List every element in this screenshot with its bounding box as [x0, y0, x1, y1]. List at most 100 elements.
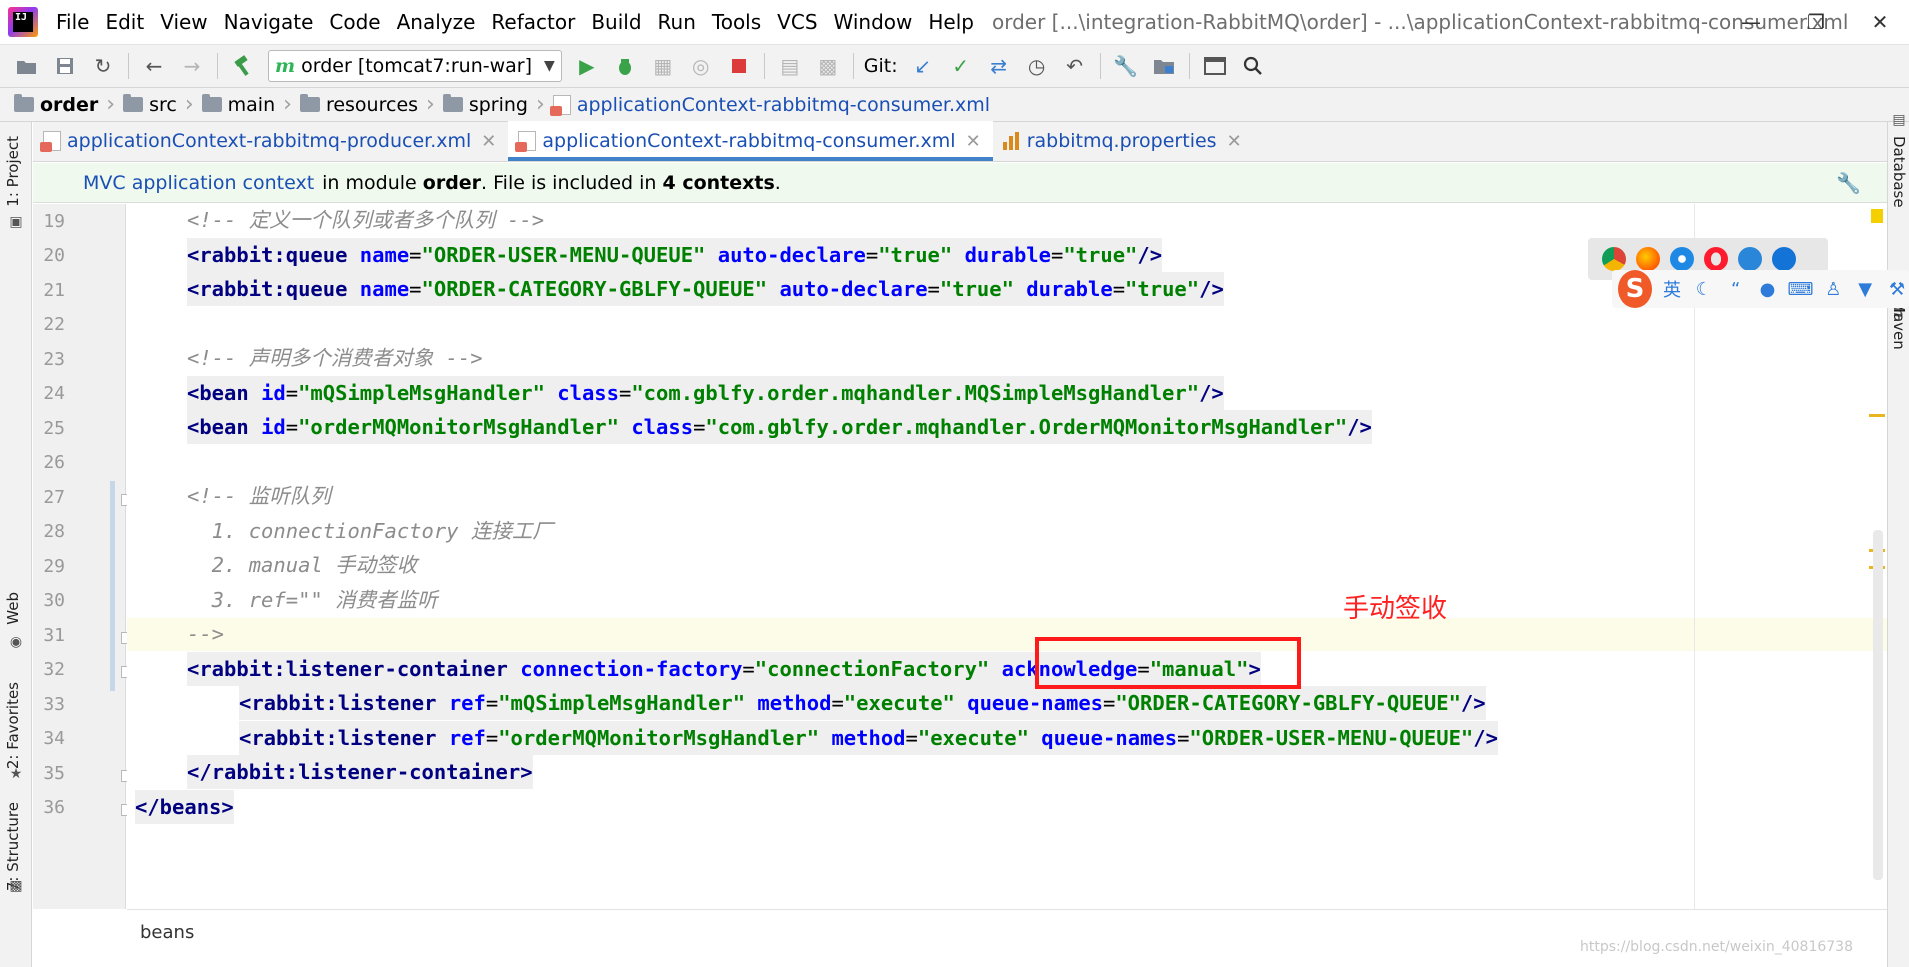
xml-attr: queue-names: [967, 691, 1103, 715]
profile-icon[interactable]: ◎: [687, 52, 715, 80]
code-line: -->: [187, 617, 224, 651]
terminal-icon[interactable]: [1201, 52, 1229, 80]
menu-help[interactable]: Help: [928, 10, 974, 34]
vcs-change-marker[interactable]: [110, 481, 115, 691]
run-configuration-select[interactable]: m order [tomcat7:run-war] ▼: [268, 50, 562, 82]
keyboard-icon[interactable]: ⌨: [1787, 279, 1813, 300]
tab-rabbitmq-properties[interactable]: rabbitmq.properties ✕: [993, 121, 1254, 161]
tool-tab-database[interactable]: Database: [1890, 136, 1908, 208]
breadcrumb-item-file[interactable]: applicationContext-rabbitmq-consumer.xml: [549, 94, 990, 116]
build-hammer-icon[interactable]: [229, 52, 257, 80]
menu-vcs[interactable]: VCS: [777, 10, 817, 34]
close-tab-icon[interactable]: ✕: [481, 131, 496, 152]
xml-path-breadcrumb: beans https://blog.csdn.net/weixin_40816…: [127, 909, 1887, 967]
menu-navigate[interactable]: Navigate: [224, 10, 314, 34]
chrome-icon[interactable]: [1602, 247, 1626, 271]
revert-icon[interactable]: ↶: [1061, 52, 1089, 80]
coverage-icon[interactable]: ▦: [649, 52, 677, 80]
intellij-logo-icon: IJ: [8, 7, 38, 37]
breadcrumb-item-spring[interactable]: spring: [442, 94, 528, 116]
deploy-icon[interactable]: ▩: [814, 52, 842, 80]
minimize-icon[interactable]: —: [1737, 8, 1765, 36]
punctuation-icon[interactable]: “: [1724, 279, 1748, 300]
firefox-icon[interactable]: [1636, 247, 1660, 271]
run-icon[interactable]: ▶: [573, 52, 601, 80]
tool-tab-web[interactable]: Web: [4, 592, 22, 625]
code-line: <!-- 声明多个消费者对象 -->: [187, 341, 483, 375]
history-clock-icon[interactable]: ◷: [1023, 52, 1051, 80]
tab-producer-xml[interactable]: applicationContext-rabbitmq-producer.xml…: [33, 121, 508, 161]
safari-icon[interactable]: [1670, 247, 1694, 271]
breadcrumb-item-resources[interactable]: resources: [299, 94, 418, 116]
menu-view[interactable]: View: [160, 10, 207, 34]
line-number: 27: [43, 487, 65, 508]
attach-debugger-icon[interactable]: ▤: [776, 52, 804, 80]
code-line: <bean id="orderMQMonitorMsgHandler" clas…: [187, 410, 1372, 444]
debug-icon[interactable]: [611, 52, 639, 80]
xml-tag: <rabbit:queue: [187, 243, 348, 267]
menu-bar: IJ File Edit View Navigate Code Analyze …: [0, 0, 1909, 44]
save-icon[interactable]: [51, 52, 79, 80]
menu-tools[interactable]: Tools: [712, 10, 761, 34]
menu-analyze[interactable]: Analyze: [397, 10, 476, 34]
open-folder-icon[interactable]: [13, 52, 41, 80]
xml-path-item[interactable]: beans: [140, 922, 194, 943]
close-window-icon[interactable]: ✕: [1866, 8, 1894, 36]
tool-tab-project[interactable]: 1: Project: [4, 136, 22, 207]
opera-icon[interactable]: [1704, 247, 1728, 271]
vertical-scrollbar[interactable]: [1873, 530, 1883, 880]
toolbar-separator: [1099, 53, 1101, 79]
sogou-logo[interactable]: S: [1618, 270, 1653, 308]
stop-icon[interactable]: [725, 52, 753, 80]
microphone-icon[interactable]: ●: [1756, 279, 1780, 300]
close-tab-icon[interactable]: ✕: [966, 131, 981, 152]
edge-icon[interactable]: [1772, 247, 1796, 271]
menu-file[interactable]: File: [56, 10, 89, 34]
search-icon[interactable]: [1239, 52, 1267, 80]
xml-tag: <rabbit:listener: [239, 691, 437, 715]
code-editor[interactable]: <!-- 定义一个队列或者多个队列 --> <rabbit:queue name…: [127, 204, 1887, 909]
forward-arrow-icon[interactable]: →: [178, 52, 206, 80]
git-update-icon[interactable]: ↙: [909, 52, 937, 80]
ie-icon[interactable]: [1738, 247, 1762, 271]
breadcrumb-item-main[interactable]: main: [201, 94, 275, 116]
menu-edit[interactable]: Edit: [105, 10, 144, 34]
xml-attr: method: [757, 691, 832, 715]
configure-wrench-icon[interactable]: 🔧: [1836, 171, 1861, 195]
watermark-text: https://blog.csdn.net/weixin_40816738: [1579, 939, 1853, 955]
code-line: <rabbit:listener ref="orderMQMonitorMsgH…: [239, 721, 1498, 755]
user-icon[interactable]: ♙: [1821, 279, 1845, 300]
editor-gutter: 19 20 21 22 23 24 25 26 27 28 29 30 31 3…: [33, 204, 161, 909]
banner-text-after: .: [774, 171, 781, 194]
logo-text: IJ: [13, 12, 33, 32]
tools-wrench-icon[interactable]: ⚒: [1885, 279, 1909, 300]
menu-code[interactable]: Code: [329, 10, 380, 34]
menu-window[interactable]: Window: [834, 10, 913, 34]
restore-icon[interactable]: ❐: [1802, 8, 1830, 36]
ime-lang-toggle[interactable]: 英: [1660, 276, 1684, 302]
git-commit-icon[interactable]: ✓: [947, 52, 975, 80]
breadcrumb-label: order: [40, 93, 99, 116]
tool-tab-favorites[interactable]: 2: Favorites: [4, 682, 22, 769]
chevron-right-icon: ›: [426, 92, 435, 117]
settings-wrench-icon[interactable]: 🔧: [1112, 52, 1140, 80]
mvc-context-link[interactable]: MVC application context: [83, 172, 314, 194]
close-tab-icon[interactable]: ✕: [1227, 131, 1242, 152]
shirt-icon[interactable]: ▼: [1853, 279, 1877, 300]
chevron-right-icon: ›: [283, 92, 292, 117]
breadcrumb-item-order[interactable]: order: [14, 94, 98, 116]
xml-value: "true": [1125, 277, 1200, 301]
menu-run[interactable]: Run: [658, 10, 696, 34]
back-arrow-icon[interactable]: ←: [140, 52, 168, 80]
moon-icon[interactable]: ☾: [1692, 279, 1716, 300]
menu-refactor[interactable]: Refactor: [491, 10, 575, 34]
error-stripe-mark[interactable]: [1869, 414, 1885, 417]
git-compare-icon[interactable]: ⇄: [985, 52, 1013, 80]
toolbar-separator: [1188, 53, 1190, 79]
breadcrumb-item-src[interactable]: src: [123, 94, 177, 116]
sync-icon[interactable]: ↻: [89, 52, 117, 80]
tab-consumer-xml[interactable]: applicationContext-rabbitmq-consumer.xml…: [508, 121, 993, 161]
inspection-status-icon[interactable]: [1871, 209, 1883, 223]
menu-build[interactable]: Build: [591, 10, 641, 34]
project-structure-icon[interactable]: [1150, 52, 1178, 80]
